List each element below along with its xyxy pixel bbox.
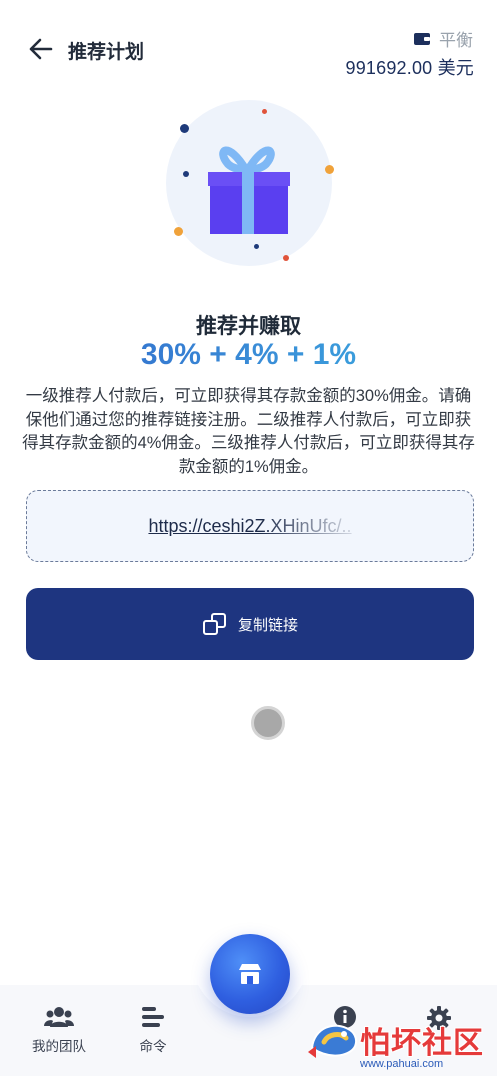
watermark: 怕坏社区 www.pahuai.com [302,1000,492,1072]
team-icon [44,1007,74,1027]
copy-link-label: 复制链接 [237,616,298,634]
page-title: 推荐计划 [68,42,145,63]
back-button[interactable] [26,34,56,64]
referral-description: 一级推荐人付款后，可立即获得其存款金额的30%佣金。请确保他们通过您的推荐链接注… [22,387,475,476]
balance-amount: 991692.00 美元 [345,58,474,78]
store-button[interactable] [210,934,290,1014]
loading-spinner [251,706,285,740]
balance-label: 平衡 [413,26,473,51]
watermark-url: www.pahuai.com [360,1058,444,1070]
copy-link-button[interactable]: 复制链接 [26,588,474,660]
nav-item-orders[interactable]: 命令 [113,1005,193,1055]
watermark-brand: 怕坏社区 [360,1026,484,1061]
wallet-icon [414,32,430,45]
store-icon [239,964,261,984]
watermark-logo [308,1024,358,1058]
nav-item-label: 命令 [139,1039,167,1054]
earn-title: 推荐并赚取 [196,315,301,338]
gift-icon [208,146,290,234]
referral-link[interactable]: https://ceshi2Z.XHinUfc/.. [148,516,351,537]
gift-illustration [166,100,334,266]
header: 推荐计划 平衡 991692.00 美元 [0,0,497,95]
referral-link-box[interactable]: https://ceshi2Z.XHinUfc/.. [26,490,474,562]
orders-icon [142,1007,164,1027]
copy-icon [202,613,226,635]
commission-rates: 30% + 4% + 1% [0,338,497,372]
nav-item-team[interactable]: 我的团队 [19,1005,99,1055]
arrow-left-icon [29,38,53,60]
nav-item-label: 我的团队 [32,1039,86,1054]
balance-label-text: 平衡 [439,31,473,50]
